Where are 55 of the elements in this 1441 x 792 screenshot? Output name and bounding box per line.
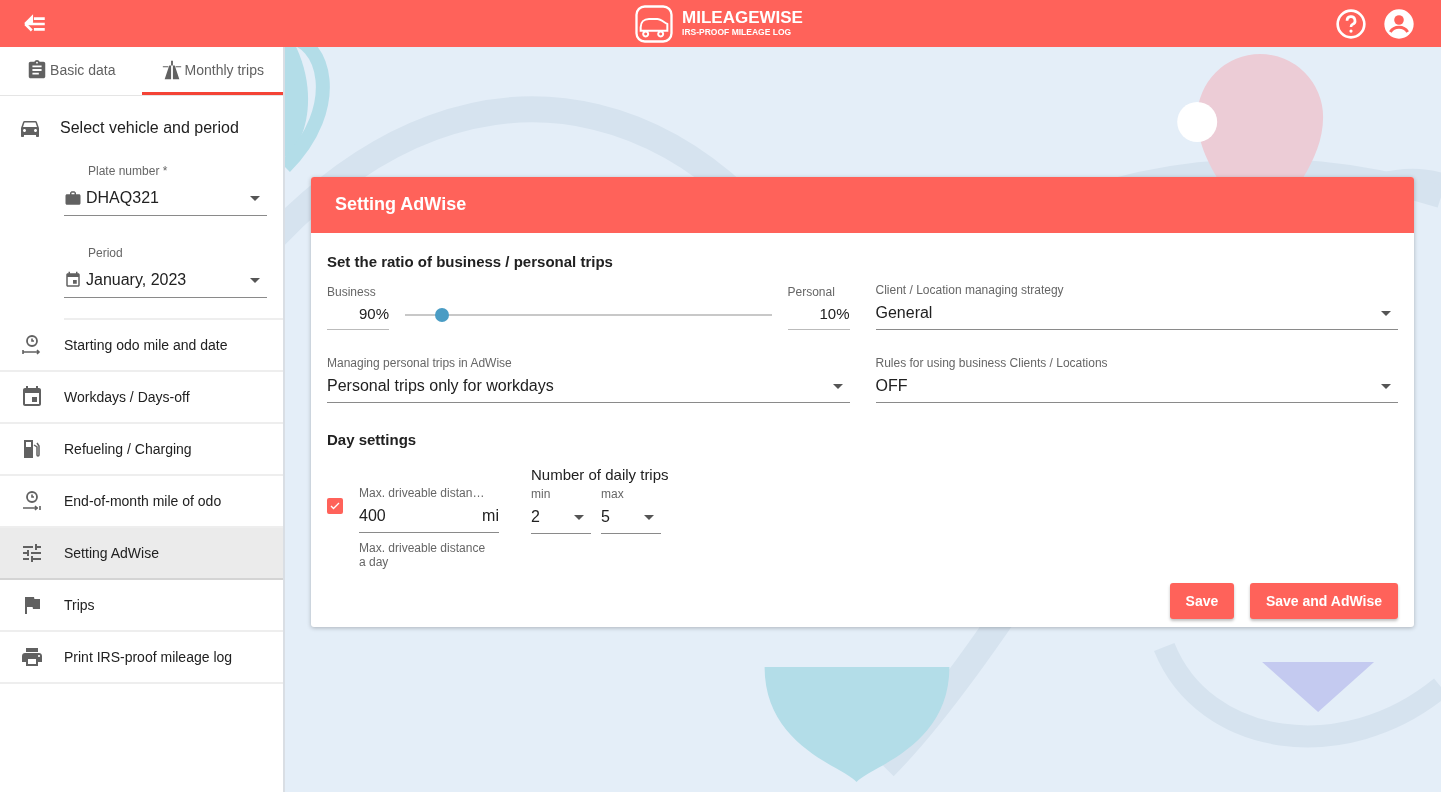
tab[interactable]: Basic data xyxy=(0,47,142,95)
field-label: Plate number * xyxy=(87,164,169,178)
road-icon xyxy=(160,58,183,81)
brand-name: MILEAGEWISE xyxy=(682,9,803,27)
menu-item[interactable]: Trips xyxy=(0,580,283,632)
percent-field[interactable]: 90% xyxy=(327,299,389,330)
slider-thumb[interactable] xyxy=(434,308,449,322)
sliders-icon xyxy=(20,541,44,565)
helper-text: Max. driveable distance a day xyxy=(359,541,487,569)
menu-item[interactable]: Setting AdWise xyxy=(0,528,283,580)
field-title: Number of daily trips xyxy=(531,466,669,483)
menu-item[interactable]: Workdays / Days-off xyxy=(0,372,283,424)
caret-icon xyxy=(250,195,260,201)
calendar-icon xyxy=(20,385,44,409)
select-field[interactable]: 5 xyxy=(601,501,661,534)
menu-item[interactable]: Refueling / Charging xyxy=(0,424,283,476)
tab[interactable]: Monthly trips xyxy=(141,47,283,95)
account-icon[interactable] xyxy=(1383,7,1415,40)
field-label: Rules for using business Clients / Locations xyxy=(875,356,1109,370)
field-label: Period xyxy=(87,246,124,260)
section-heading: Day settings xyxy=(327,431,418,448)
select-field[interactable]: 2 xyxy=(531,501,591,534)
field-label: max xyxy=(601,487,625,501)
checkbox[interactable] xyxy=(327,498,343,514)
briefcase-icon xyxy=(64,189,82,207)
section-heading: Set the ratio of business / personal trips xyxy=(327,253,614,270)
caret-icon xyxy=(1381,383,1391,389)
field-label: Max. driveable distan… xyxy=(359,486,486,500)
clock-arrow-icon xyxy=(20,489,44,513)
car-logo-icon xyxy=(634,3,675,44)
caret-icon xyxy=(644,514,654,520)
menu-item[interactable]: Starting odo mile and date xyxy=(0,320,283,372)
field-label: Client / Location managing strategy xyxy=(875,283,1065,297)
brand-tagline: IRS-PROOF MILEAGE LOG xyxy=(682,27,793,38)
field-label: Business xyxy=(327,285,377,299)
card-title: Setting AdWise xyxy=(311,177,1414,233)
select-field[interactable]: January, 2023 xyxy=(64,263,267,298)
select-field[interactable]: OFF xyxy=(875,370,1398,403)
select-field[interactable]: DHAQ321 xyxy=(64,181,267,216)
distance-field[interactable]: 400 mi xyxy=(359,500,499,533)
menu-item[interactable]: Print IRS-proof mileage log xyxy=(0,632,283,684)
select-field[interactable]: General xyxy=(875,297,1398,330)
help-icon[interactable] xyxy=(1335,7,1367,40)
caret-icon xyxy=(832,383,843,389)
caret-icon xyxy=(250,277,260,283)
caret-icon xyxy=(574,514,584,520)
printer-icon xyxy=(20,645,44,669)
field-label: Personal xyxy=(787,285,836,299)
field-label: Managing personal trips in AdWise xyxy=(327,356,513,370)
percent-field[interactable]: 10% xyxy=(787,299,850,330)
calendar-icon xyxy=(64,271,82,289)
caret-icon xyxy=(1381,310,1391,316)
select-field[interactable]: Personal trips only for workdays xyxy=(327,370,850,403)
section-title: Select vehicle and period xyxy=(60,119,239,137)
field-label: min xyxy=(531,487,552,501)
